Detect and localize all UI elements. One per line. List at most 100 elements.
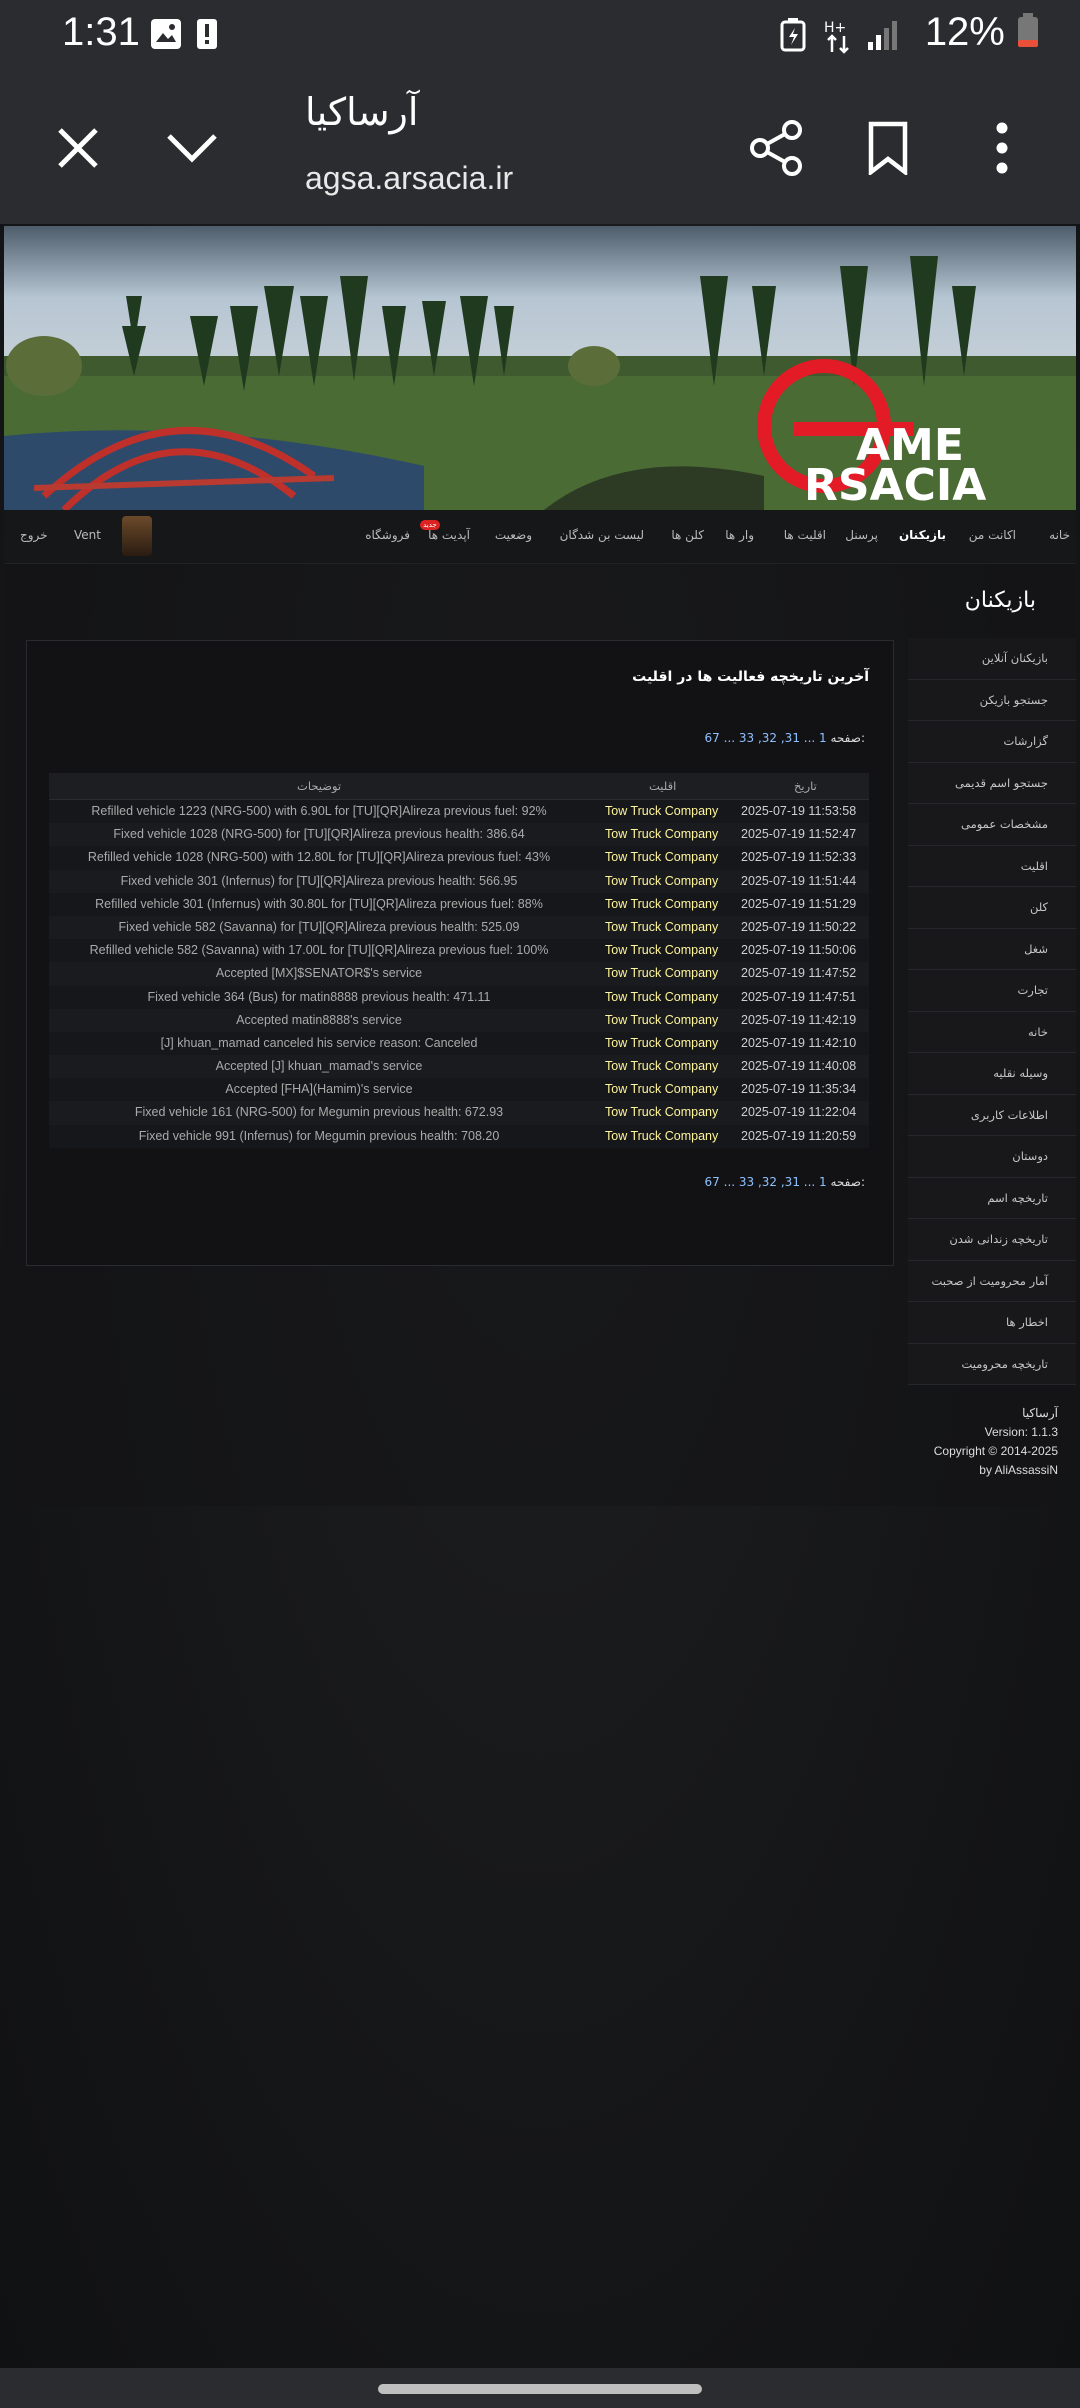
row-faction[interactable]: Tow Truck Company (605, 874, 718, 888)
row-faction[interactable]: Tow Truck Company (605, 920, 718, 934)
logout-link[interactable]: خروج (20, 528, 48, 542)
table-row: 2025-07-19 11:51:29 Tow Truck Company Refi… (49, 892, 869, 916)
row-faction[interactable]: Tow Truck Company (605, 804, 718, 818)
pagination-links[interactable]: 67 ... 33 ,32 ,31 ... 1 (705, 1175, 827, 1189)
row-date: 2025-07-19 11:51:29 (741, 896, 857, 911)
home-gesture-handle[interactable] (378, 2384, 702, 2394)
row-faction[interactable]: Tow Truck Company (605, 1036, 718, 1050)
pagination-links[interactable]: 67 ... 33 ,32 ,31 ... 1 (705, 731, 827, 745)
new-badge: جدید (420, 520, 440, 530)
content-area: بازیکنان بازیکنان آنلاین جستجو بازیکن گز… (4, 564, 1076, 1506)
row-description: Fixed vehicle 161 (NRG-500) for Megumin … (134, 1105, 504, 1120)
row-date: 2025-07-19 11:47:52 (741, 966, 857, 981)
banner-scenery: AME RSACIA (4, 226, 1076, 510)
row-description: Fixed vehicle 582 (Savanna) for [TU][QR]… (118, 919, 520, 934)
nav-ban-list[interactable]: لیست بن شدگان (560, 528, 644, 542)
more-vert-icon (996, 122, 1008, 174)
sidebar-item-mute-stats[interactable]: آمار محرومیت از صحبت (908, 1260, 1076, 1302)
more-options-button[interactable] (966, 112, 1038, 184)
nav-updates-label: آپدیت ها (428, 528, 470, 542)
row-faction[interactable]: Tow Truck Company (605, 897, 718, 911)
sidebar-item-vehicle[interactable]: وسیله نقلیه (908, 1053, 1076, 1095)
sidebar-item-general-info[interactable]: مشخصات عمومی (908, 804, 1076, 846)
nav-updates[interactable]: جدید آپدیت ها (420, 520, 470, 542)
row-description: [J] khuan_mamad canceled his service rea… (160, 1035, 478, 1050)
footer-site-name: آرساکیا (1022, 1406, 1058, 1420)
svg-text:RSACIA: RSACIA (804, 460, 986, 510)
row-faction[interactable]: Tow Truck Company (605, 1129, 718, 1143)
share-icon (750, 120, 802, 176)
sidebar-item-search-player[interactable]: جستجو بازیکن (908, 679, 1076, 721)
sidebar-item-online-players[interactable]: بازیکنان آنلاین (908, 638, 1076, 680)
row-description: Refilled vehicle 1223 (NRG-500) with 6.9… (91, 804, 547, 818)
close-icon (58, 128, 98, 168)
table-row: 2025-07-19 11:35:34 Tow Truck Company Acce… (49, 1078, 869, 1102)
section-title: بازیکنان (964, 588, 1036, 613)
share-button[interactable] (740, 112, 812, 184)
sidebar-item-jail-history[interactable]: تاریخچه زندانی شدن (908, 1219, 1076, 1261)
row-description: Refilled vehicle 582 (Savanna) with 17.0… (89, 943, 549, 958)
row-faction[interactable]: Tow Truck Company (605, 943, 718, 957)
table-row: 2025-07-19 11:52:47 Tow Truck Company Fixe… (49, 823, 869, 847)
close-tab-button[interactable] (42, 112, 114, 184)
page-url[interactable]: agsa.arsacia.ir (305, 160, 513, 197)
row-faction[interactable]: Tow Truck Company (605, 850, 718, 864)
sidebar-item-user-info[interactable]: اطلاعات کاربری (908, 1094, 1076, 1136)
row-description: Fixed vehicle 364 (Bus) for matin8888 pr… (147, 989, 491, 1004)
row-faction[interactable]: Tow Truck Company (605, 966, 718, 980)
row-date: 2025-07-19 11:42:10 (741, 1035, 857, 1050)
row-faction[interactable]: Tow Truck Company (605, 1082, 718, 1096)
sidebar-item-job[interactable]: شغل (908, 928, 1076, 970)
username[interactable]: Vent (74, 528, 101, 542)
nav-shop[interactable]: فروشگاه (365, 528, 410, 542)
row-description: Accepted matin8888's service (236, 1012, 402, 1027)
sidebar-item-trade[interactable]: تجارت (908, 970, 1076, 1012)
table-row: 2025-07-19 11:50:22 Tow Truck Company Fixe… (49, 915, 869, 940)
web-page: AME RSACIA خانه اکانت من بازیکنان پرسنل … (0, 224, 1080, 2368)
svg-text:H+: H+ (824, 20, 846, 36)
nav-my-account[interactable]: اکانت من (969, 528, 1016, 542)
sidebar-item-friends[interactable]: دوستان (908, 1136, 1076, 1178)
row-faction[interactable]: Tow Truck Company (605, 1105, 718, 1119)
row-date: 2025-07-19 11:35:34 (741, 1082, 857, 1097)
table-header: تاریخ اقلیت توضیحات (49, 773, 869, 800)
nav-home[interactable]: خانه (1049, 528, 1070, 542)
user-avatar[interactable] (122, 516, 152, 556)
sidebar-item-warnings[interactable]: اخطار ها (908, 1302, 1076, 1344)
nav-players[interactable]: بازیکنان (899, 528, 946, 542)
bookmark-button[interactable] (852, 112, 924, 184)
table-row: 2025-07-19 11:22:04 Tow Truck Company Fixe… (49, 1101, 869, 1125)
header-description: توضیحات (297, 779, 342, 793)
sidebar-item-name-history[interactable]: تاریخچه اسم (908, 1177, 1076, 1219)
row-date: 2025-07-19 11:50:22 (741, 919, 857, 934)
sidebar-item-ban-history[interactable]: تاریخچه محرومیت (908, 1343, 1076, 1385)
row-faction[interactable]: Tow Truck Company (605, 1059, 718, 1073)
row-date: 2025-07-19 11:47:51 (741, 989, 857, 1004)
table-row: 2025-07-19 11:47:51 Tow Truck Company Fixe… (49, 985, 869, 1009)
footer-author: by AliAssassiN (979, 1463, 1058, 1477)
row-date: 2025-07-19 11:52:33 (741, 850, 857, 865)
nav-factions[interactable]: اقلیت ها (784, 528, 826, 542)
row-faction[interactable]: Tow Truck Company (605, 827, 718, 841)
bookmark-icon (868, 121, 908, 175)
status-bar: 1:31 H+ 12% (0, 0, 1080, 72)
row-date: 2025-07-19 11:51:44 (741, 873, 857, 888)
table-row: 2025-07-19 11:50:06 Tow Truck Company Refi… (49, 939, 869, 963)
nav-clans[interactable]: کلن ها (671, 528, 704, 542)
sidebar-item-clan[interactable]: کلن (908, 887, 1076, 929)
sidebar-item-faction[interactable]: اقلیت (908, 845, 1076, 887)
row-faction[interactable]: Tow Truck Company (605, 1013, 718, 1027)
footer-copyright: Copyright © 2014-2025 (933, 1444, 1058, 1458)
clock: 1:31 (62, 10, 140, 54)
sidebar-item-reports[interactable]: گزارشات (908, 721, 1076, 763)
battery-percent: 12% (924, 10, 1005, 54)
sidebar-item-house[interactable]: خانه (908, 1011, 1076, 1053)
sidebar-item-old-name-search[interactable]: جستجو اسم قدیمی (908, 762, 1076, 804)
nav-wars[interactable]: وار ها (725, 528, 754, 542)
nav-staff[interactable]: پرسنل (845, 528, 878, 542)
table-row: 2025-07-19 11:52:33 Tow Truck Company Refi… (49, 846, 869, 870)
nav-status[interactable]: وضعیت (495, 528, 532, 542)
row-description: Fixed vehicle 991 (Infernus) for Megumin… (138, 1128, 500, 1143)
row-faction[interactable]: Tow Truck Company (605, 990, 718, 1004)
minimize-button[interactable] (156, 112, 228, 184)
